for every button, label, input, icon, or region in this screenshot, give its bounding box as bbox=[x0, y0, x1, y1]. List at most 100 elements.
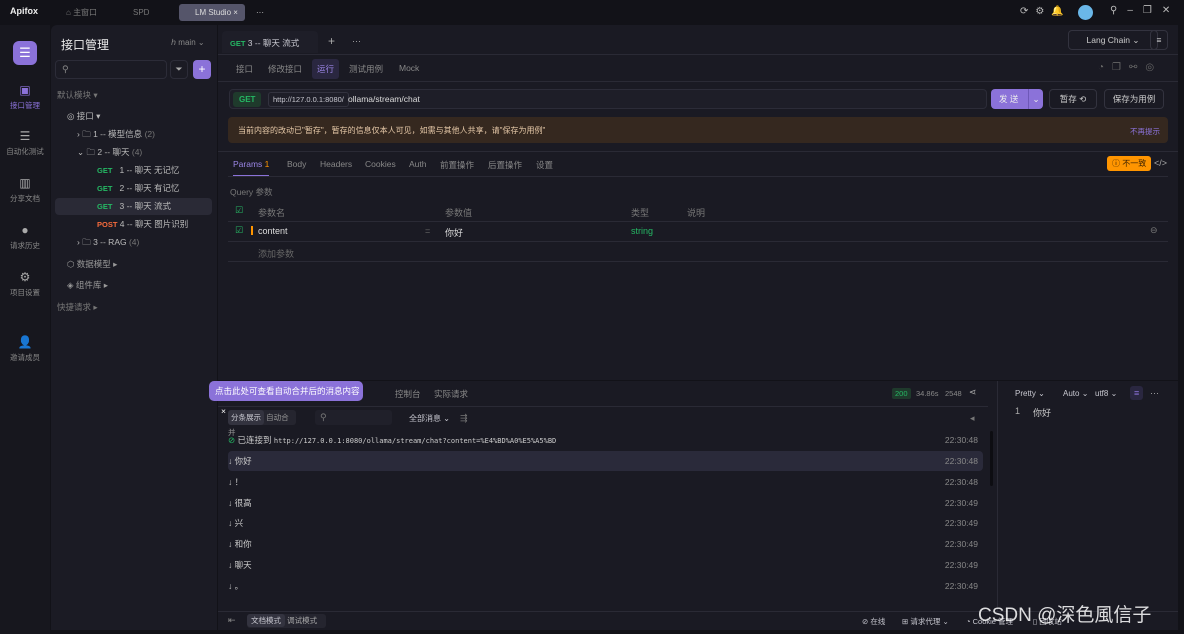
collapse-icon[interactable]: ⇤ bbox=[228, 615, 236, 626]
pin-minimize-maximize-close[interactable]: ⚲–❐✕ bbox=[1110, 5, 1180, 16]
proxy-select[interactable]: ⊞ 请求代理 ⌄ bbox=[902, 616, 949, 627]
tab-auth[interactable]: Auth bbox=[409, 159, 427, 169]
tree-folder[interactable]: ⌄ 🗀 2 -- 聊天 (4) bbox=[51, 144, 217, 161]
tree-folder[interactable]: › 🗀 1 -- 模型信息 (2) bbox=[51, 126, 217, 143]
method-select[interactable]: GET bbox=[233, 92, 262, 107]
format-select[interactable]: Pretty ⌄ bbox=[1015, 389, 1045, 398]
display-mode-toggle[interactable]: 分条展示 自动合并 bbox=[228, 410, 296, 437]
remove-param-icon[interactable]: ⊖ bbox=[1150, 225, 1158, 236]
rail-item-settings[interactable]: ⚙ 项目设置 bbox=[0, 270, 50, 298]
mode-toggle[interactable]: 文档模式 调试模式 bbox=[247, 614, 326, 628]
more-icon[interactable]: ··· bbox=[352, 36, 361, 46]
tree-folder[interactable]: › 🗀 3 -- RAG (4) bbox=[51, 234, 217, 251]
subtab-mock[interactable]: Mock bbox=[399, 63, 419, 73]
search-input[interactable]: ⚲ bbox=[55, 60, 167, 79]
tab-params[interactable]: Params 1 bbox=[233, 159, 270, 177]
quick-request[interactable]: 快捷请求 ▸ bbox=[57, 299, 223, 316]
more-tabs-icon[interactable]: ··· bbox=[256, 4, 264, 21]
tab-console[interactable]: 控制台 bbox=[395, 388, 421, 400]
message-row[interactable]: ↓ 聊天 22:30:49 bbox=[228, 555, 983, 575]
rail-item-history[interactable]: ● 请求历史 bbox=[0, 223, 50, 251]
rail-item-autotest[interactable]: ☰ 自动化测试 bbox=[0, 129, 50, 157]
base-url[interactable]: http://127.0.0.1:8080/ bbox=[268, 92, 349, 107]
tab-settings[interactable]: 设置 bbox=[536, 159, 553, 171]
tab-headers[interactable]: Headers bbox=[320, 159, 352, 169]
add-button[interactable]: + bbox=[193, 60, 211, 79]
data-model[interactable]: ⬡ 数据模型 ▸ bbox=[51, 256, 217, 273]
new-tab-icon[interactable]: + bbox=[328, 34, 335, 48]
url-bar[interactable]: GET http://127.0.0.1:8080/ ollama/stream… bbox=[229, 89, 987, 109]
scrollbar[interactable] bbox=[990, 431, 993, 486]
tree-item[interactable]: GET 1 -- 聊天 无记忆 bbox=[51, 162, 217, 179]
branch-select[interactable]: ℎ main ⌄ bbox=[171, 38, 205, 47]
rail-item-api[interactable]: ▣ 接口管理 bbox=[0, 83, 50, 111]
tree-item[interactable]: POST 4 -- 聊天 图片识别 bbox=[51, 216, 217, 233]
auto-select[interactable]: Auto ⌄ bbox=[1063, 389, 1088, 398]
param-checkbox[interactable]: ☑ bbox=[235, 225, 243, 236]
tab-home[interactable]: ⌂ 主窗口 bbox=[66, 4, 97, 21]
message-row[interactable]: ↓ 和你 22:30:49 bbox=[228, 534, 983, 554]
message-time: 22:30:49 bbox=[944, 497, 978, 508]
tree-item[interactable]: GET 2 -- 聊天 有记忆 bbox=[51, 180, 217, 197]
dismiss-link[interactable]: 不再提示 bbox=[1130, 126, 1160, 137]
param-type[interactable]: string bbox=[631, 226, 653, 236]
api-icon: ▣ bbox=[19, 83, 31, 97]
message-row[interactable]: ↓ ！ 22:30:48 bbox=[228, 472, 983, 492]
param-value[interactable]: 你好 bbox=[445, 226, 463, 239]
param-name[interactable]: content bbox=[258, 226, 288, 236]
request-tab[interactable]: GET 3 -- 聊天 流式 bbox=[222, 31, 318, 53]
message-time: 22:30:49 bbox=[944, 580, 978, 591]
tree-root[interactable]: ◎ 接口 ▾ bbox=[51, 108, 217, 125]
tree-item-selected[interactable]: GET 3 -- 聊天 流式 bbox=[55, 198, 212, 215]
tab-spd[interactable]: SPD bbox=[133, 4, 149, 21]
select-all-checkbox[interactable]: ☑ bbox=[235, 205, 243, 216]
send-button[interactable]: 发 送 ⌄ bbox=[991, 89, 1043, 109]
save-case-button[interactable]: 保存为用例 bbox=[1104, 89, 1164, 109]
line-number: 1 bbox=[1015, 406, 1021, 416]
message-row[interactable]: ↓ 兴 22:30:49 bbox=[228, 513, 983, 533]
message-row[interactable]: ↓ 你好 22:30:48 bbox=[228, 451, 983, 471]
components[interactable]: ◈ 组件库 ▸ bbox=[51, 277, 217, 294]
subtab-run[interactable]: 运行 bbox=[312, 59, 340, 79]
filter-button[interactable]: ⏷ bbox=[170, 60, 188, 79]
message-row[interactable]: ↓ 。 22:30:49 bbox=[228, 576, 983, 596]
encoding-select[interactable]: utf8 ⌄ bbox=[1095, 389, 1117, 398]
message-time: 22:30:48 bbox=[944, 476, 978, 487]
message-row[interactable]: ↓ 很高 22:30:49 bbox=[228, 493, 983, 513]
avatar[interactable] bbox=[1078, 5, 1093, 20]
tab-pre[interactable]: 前置操作 bbox=[440, 159, 474, 171]
tab-post[interactable]: 后置操作 bbox=[488, 159, 522, 171]
rail-item-invite[interactable]: 👤 邀请成员 bbox=[0, 335, 50, 363]
mismatch-badge[interactable]: ⓘ 不一致 bbox=[1107, 156, 1152, 171]
clear-icon[interactable]: ⇶ bbox=[460, 413, 468, 424]
close-tooltip-icon[interactable]: × bbox=[221, 406, 226, 416]
message-time: 22:30:48 bbox=[944, 456, 978, 466]
tab-body[interactable]: Body bbox=[287, 159, 306, 169]
module-label[interactable]: 默认模块 ▾ bbox=[57, 87, 223, 104]
rail-item-docs[interactable]: ▥ 分享文档 bbox=[0, 176, 50, 204]
code-icon[interactable]: </> bbox=[1154, 158, 1167, 168]
window-controls[interactable]: ⟳⚙🔔 bbox=[1020, 6, 1071, 17]
online-status[interactable]: ⊘ 在线 bbox=[862, 616, 885, 627]
toolbar-icons[interactable]: ◔❐⚯◎ bbox=[1098, 62, 1162, 73]
tab-cookies[interactable]: Cookies bbox=[365, 159, 396, 169]
subtab-testcases[interactable]: 测试用例 bbox=[349, 63, 383, 75]
environment-select[interactable]: Lang Chain ⌄ bbox=[1068, 30, 1158, 50]
more-icon[interactable]: ··· bbox=[1150, 388, 1159, 398]
subtab-api[interactable]: 接口 bbox=[236, 63, 253, 75]
project-icon[interactable]: ☰ bbox=[13, 41, 37, 65]
add-param[interactable]: 添加参数 bbox=[258, 247, 294, 260]
wrap-icon[interactable]: ≡ bbox=[1130, 386, 1144, 400]
tab-lm-studio[interactable]: LM Studio × bbox=[179, 4, 245, 21]
menu-icon[interactable]: ≡ bbox=[1150, 30, 1168, 50]
message-filter-select[interactable]: 全部消息 ⌄ bbox=[409, 413, 450, 424]
share-icon[interactable]: ⋖ bbox=[969, 387, 977, 398]
tab-actual-request[interactable]: 实际请求 bbox=[434, 388, 468, 400]
message-search-input[interactable]: ⚲ bbox=[315, 410, 392, 425]
save-temp-button[interactable]: 暂存 ⟲ bbox=[1049, 89, 1097, 109]
subtab-edit[interactable]: 修改接口 bbox=[268, 63, 302, 75]
path-input[interactable]: ollama/stream/chat bbox=[348, 94, 420, 104]
send-message-icon[interactable]: ◂ bbox=[970, 413, 975, 424]
gear-icon: ⚙ bbox=[19, 270, 31, 284]
response-content: 你好 bbox=[1033, 408, 1052, 418]
